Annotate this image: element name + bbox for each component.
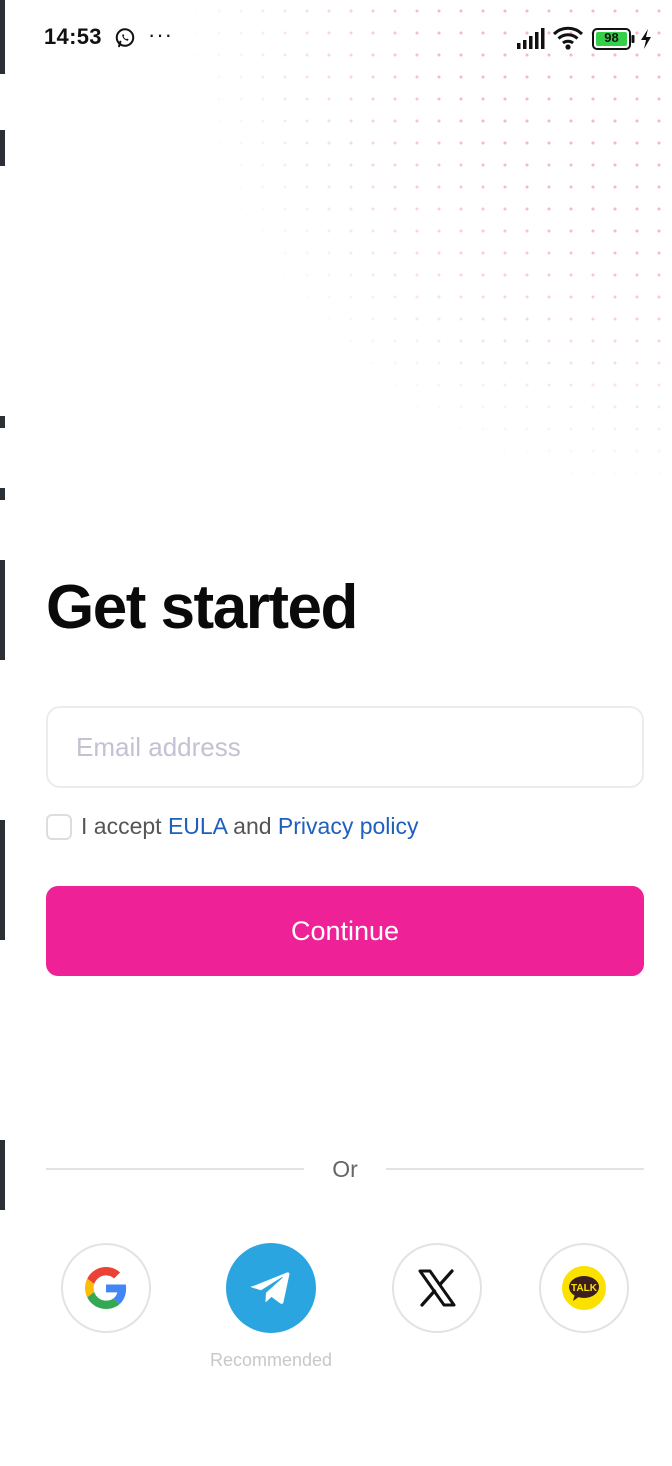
divider-line-left xyxy=(46,1168,304,1170)
google-login-button[interactable] xyxy=(61,1243,151,1333)
consent-prefix: I accept xyxy=(81,813,162,839)
divider-line-right xyxy=(386,1168,644,1170)
x-login-button[interactable] xyxy=(392,1243,482,1333)
or-divider-text: Or xyxy=(332,1156,358,1182)
more-icon: ··· xyxy=(148,22,173,47)
page-title: Get started xyxy=(46,573,358,642)
telegram-login-button[interactable] xyxy=(226,1243,316,1333)
status-time: 14:53 xyxy=(44,24,102,49)
privacy-policy-link[interactable]: Privacy policy xyxy=(278,813,419,839)
consent-checkbox[interactable] xyxy=(46,814,72,840)
x-icon xyxy=(418,1269,456,1307)
google-icon xyxy=(85,1267,127,1309)
telegram-icon xyxy=(250,1272,290,1304)
email-input[interactable] xyxy=(46,706,644,788)
signal-icon xyxy=(517,28,545,49)
kakaotalk-login-button[interactable]: TALK xyxy=(539,1243,629,1333)
consent-text: I accept EULA and Privacy policy xyxy=(81,813,419,840)
consent-conjunction: and xyxy=(233,813,272,839)
left-window-edge xyxy=(0,0,5,1466)
wifi-icon xyxy=(552,26,584,50)
eula-link[interactable]: EULA xyxy=(168,813,227,839)
charging-icon xyxy=(641,29,651,49)
status-bar: 14:53 ··· 98 xyxy=(44,22,652,56)
continue-button[interactable]: Continue xyxy=(46,886,644,976)
battery-level: 98 xyxy=(604,30,619,45)
kakaotalk-badge-text: TALK xyxy=(571,1283,598,1294)
recommended-caption: Recommended xyxy=(209,1350,333,1370)
kakaotalk-icon: TALK xyxy=(562,1266,606,1310)
whatsapp-icon xyxy=(115,28,135,48)
